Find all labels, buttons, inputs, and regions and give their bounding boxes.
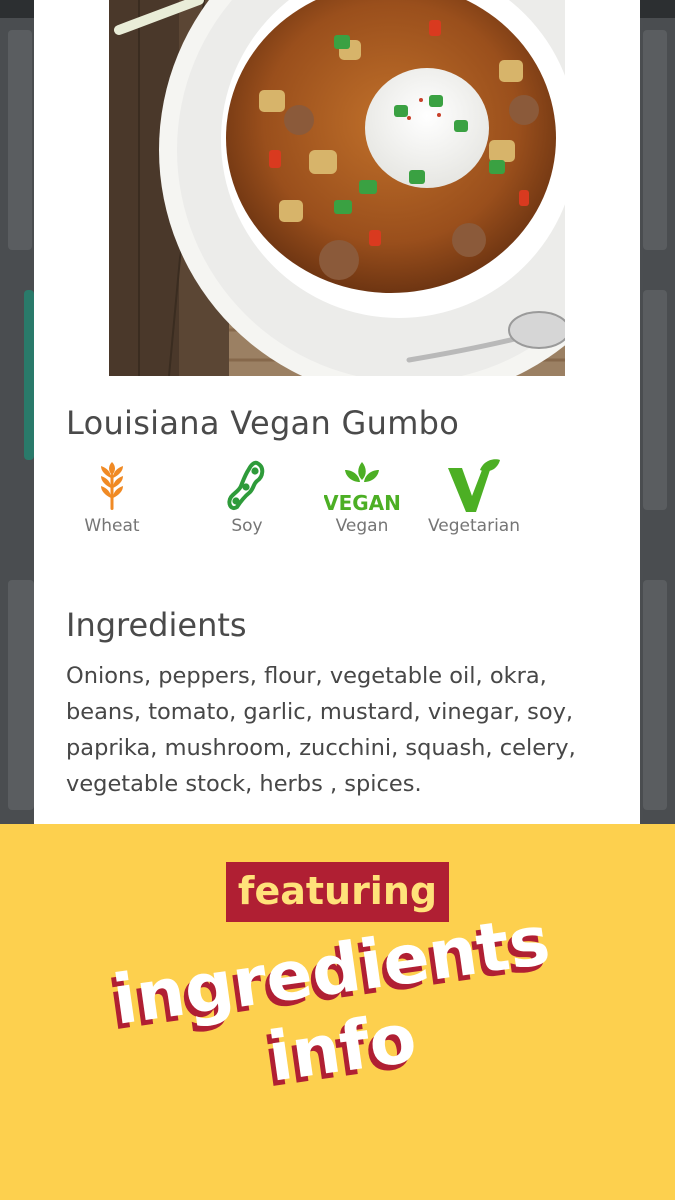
ingredients-text: Onions, peppers, flour, vegetable oil, o… — [66, 663, 576, 797]
ingredients-heading: Ingredients — [66, 606, 247, 644]
featuring-badge: featuring — [226, 862, 449, 922]
background-card — [643, 290, 667, 510]
background-card — [24, 290, 34, 460]
promo-headline: ingredients info — [88, 900, 591, 1165]
diet-label: Vegan — [335, 516, 389, 536]
background-card — [643, 580, 667, 810]
diet-label: Vegetarian — [427, 516, 520, 536]
background-card — [643, 30, 667, 250]
diet-item-wheat: Wheat — [62, 458, 162, 538]
diet-item-soy: Soy — [197, 458, 297, 538]
vegetarian-v-icon — [448, 459, 500, 512]
vegan-icon: VEGAN — [324, 462, 400, 514]
promo-banner: featuring ingredients info — [0, 824, 675, 1200]
gumbo-photo — [109, 0, 565, 376]
background-card — [8, 30, 32, 250]
svg-text:VEGAN: VEGAN — [324, 491, 400, 514]
diet-item-vegan: VEGAN Vegan — [312, 458, 412, 538]
diet-item-vegetarian: Vegetarian — [424, 458, 524, 538]
background-card — [8, 580, 34, 810]
recipe-title: Louisiana Vegan Gumbo — [66, 404, 460, 442]
diet-label: Soy — [231, 516, 263, 536]
soybean-icon — [227, 460, 265, 510]
diet-icons-row: Wheat Soy VEGAN Vegan Vegetarian — [62, 458, 562, 538]
recipe-card: Louisiana Vegan Gumbo Wheat Soy VEGAN Ve… — [34, 0, 640, 830]
wheat-icon — [101, 462, 123, 510]
diet-label: Wheat — [84, 516, 140, 536]
